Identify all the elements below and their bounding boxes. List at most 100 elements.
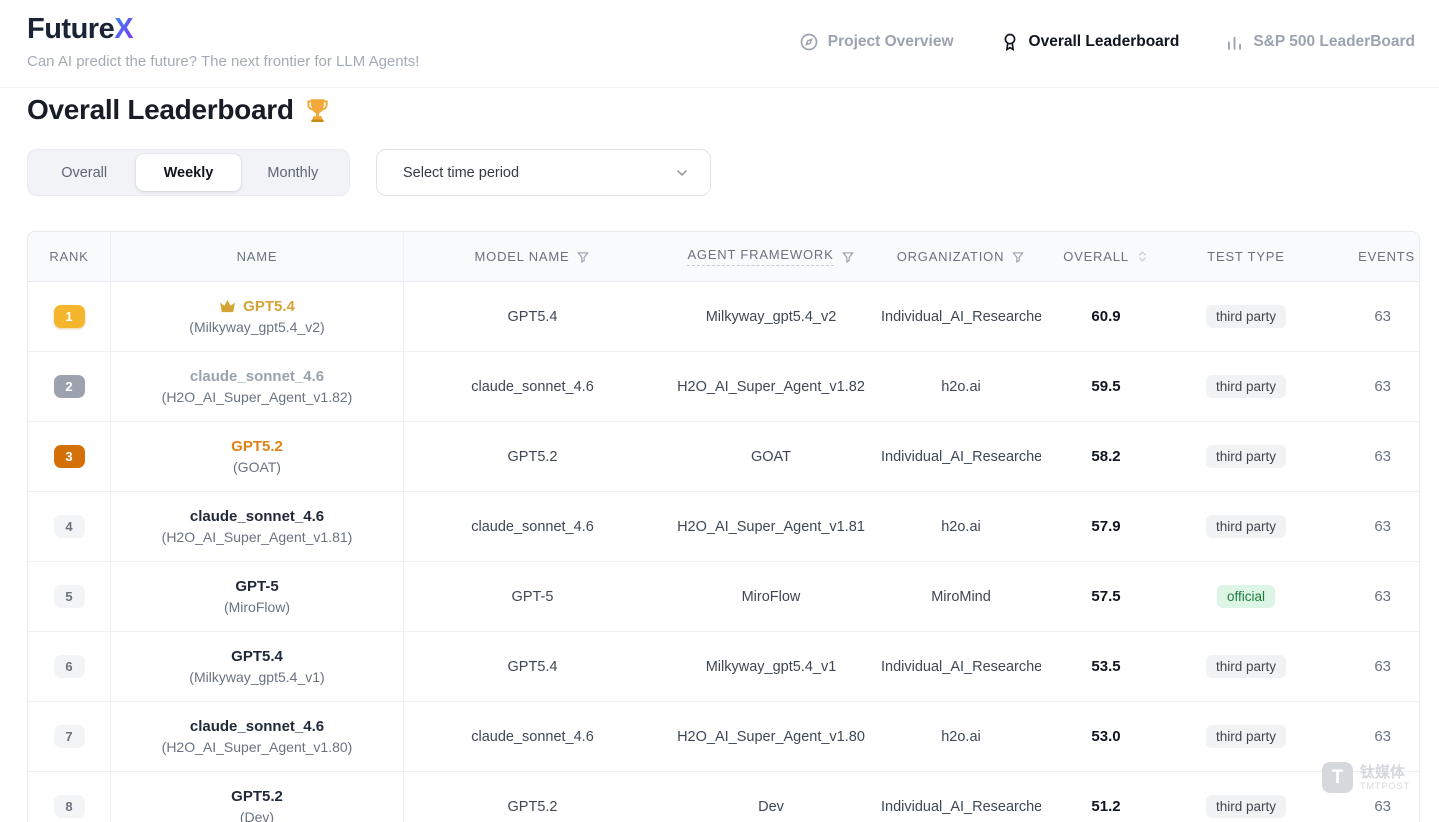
agent-subname: (H2O_AI_Super_Agent_v1.80) bbox=[111, 738, 403, 757]
watermark-subname: TMTPOST bbox=[1360, 781, 1410, 791]
test-type-cell: third party bbox=[1171, 492, 1321, 562]
agent-name: GPT5.2 bbox=[111, 787, 403, 807]
name-cell: GPT5.4(Milkyway_gpt5.4_v1) bbox=[111, 632, 404, 702]
period-tabs: Overall Weekly Monthly bbox=[27, 149, 350, 196]
events-cell: 63 bbox=[1321, 352, 1420, 422]
col-header-name: NAME bbox=[111, 232, 404, 282]
col-header-agent-framework: AGENT FRAMEWORK bbox=[661, 232, 881, 282]
name-cell: GPT5.2(Dev) bbox=[111, 772, 404, 822]
overall-score-cell: 51.2 bbox=[1041, 772, 1171, 822]
rank-cell: 7 bbox=[28, 702, 111, 772]
organization-cell: h2o.ai bbox=[881, 492, 1041, 562]
rank-badge: 2 bbox=[54, 375, 85, 398]
agent-framework-cell: H2O_AI_Super_Agent_v1.82 bbox=[661, 352, 881, 422]
agent-subname: (GOAT) bbox=[111, 458, 403, 477]
test-type-cell: third party bbox=[1171, 702, 1321, 772]
agent-framework-cell: GOAT bbox=[661, 422, 881, 492]
nav-overall-leaderboard[interactable]: Overall Leaderboard bbox=[1000, 32, 1180, 52]
rank-cell: 8 bbox=[28, 772, 111, 822]
rank-badge: 6 bbox=[54, 655, 85, 678]
agent-subname: (Dev) bbox=[111, 808, 403, 822]
test-type-badge: third party bbox=[1206, 375, 1286, 398]
controls: Overall Weekly Monthly Select time perio… bbox=[27, 149, 1439, 196]
test-type-cell: third party bbox=[1171, 422, 1321, 492]
overall-score-cell: 59.5 bbox=[1041, 352, 1171, 422]
rank-cell: 3 bbox=[28, 422, 111, 492]
bar-chart-icon bbox=[1225, 33, 1244, 52]
rank-badge: 8 bbox=[54, 795, 85, 818]
agent-subname: (Milkyway_gpt5.4_v1) bbox=[111, 668, 403, 687]
agent-framework-cell: MiroFlow bbox=[661, 562, 881, 632]
rank-cell: 6 bbox=[28, 632, 111, 702]
agent-subname: (Milkyway_gpt5.4_v2) bbox=[111, 318, 403, 337]
model-name-cell: claude_sonnet_4.6 bbox=[404, 702, 661, 772]
organization-cell: Individual_AI_Researcher bbox=[881, 632, 1041, 702]
top-nav: Project Overview Overall Leaderboard S&P… bbox=[799, 24, 1415, 60]
name-cell: GPT5.4(Milkyway_gpt5.4_v2) bbox=[111, 282, 404, 352]
agent-framework-cell: H2O_AI_Super_Agent_v1.81 bbox=[661, 492, 881, 562]
logo-text-future: Future bbox=[27, 13, 114, 45]
sort-icon[interactable] bbox=[1136, 250, 1149, 263]
col-header-rank: RANK bbox=[28, 232, 111, 282]
organization-cell: Individual_AI_Researcher bbox=[881, 282, 1041, 352]
crown-icon bbox=[219, 299, 236, 314]
agent-name: GPT5.4 bbox=[111, 647, 403, 667]
page-title-text: Overall Leaderboard bbox=[27, 93, 294, 127]
table-row: 8GPT5.2(Dev)GPT5.2DevIndividual_AI_Resea… bbox=[28, 772, 1420, 822]
model-name-cell: GPT5.2 bbox=[404, 772, 661, 822]
table-row: 2 claude_sonnet_4.6(H2O_AI_Super_Agent_v1… bbox=[28, 352, 1420, 422]
agent-subname: (MiroFlow) bbox=[111, 598, 403, 617]
table-header-row: RANK NAME MODEL NAME AGENT FRAMEWORK ORG… bbox=[28, 232, 1420, 282]
test-type-badge: third party bbox=[1206, 795, 1286, 818]
model-name-cell: claude_sonnet_4.6 bbox=[404, 492, 661, 562]
rank-badge: 7 bbox=[54, 725, 85, 748]
overall-score-cell: 60.9 bbox=[1041, 282, 1171, 352]
tab-overall[interactable]: Overall bbox=[32, 154, 136, 191]
test-type-cell: third party bbox=[1171, 632, 1321, 702]
filter-icon[interactable] bbox=[576, 250, 590, 264]
table-row: 6GPT5.4(Milkyway_gpt5.4_v1)GPT5.4Milkywa… bbox=[28, 632, 1420, 702]
col-header-organization: ORGANIZATION bbox=[881, 232, 1041, 282]
top-bar: FutureX Can AI predict the future? The n… bbox=[0, 0, 1439, 88]
rank-cell: 5 bbox=[28, 562, 111, 632]
table-row: 7 claude_sonnet_4.6(H2O_AI_Super_Agent_v1… bbox=[28, 702, 1420, 772]
test-type-badge: official bbox=[1217, 585, 1275, 608]
overall-score-cell: 57.5 bbox=[1041, 562, 1171, 632]
col-header-events: EVENTS bbox=[1321, 232, 1420, 282]
nav-project-overview[interactable]: Project Overview bbox=[799, 32, 954, 52]
col-header-overall[interactable]: OVERALL bbox=[1041, 232, 1171, 282]
agent-name: claude_sonnet_4.6 bbox=[111, 367, 403, 387]
table-row: 4 claude_sonnet_4.6(H2O_AI_Super_Agent_v1… bbox=[28, 492, 1420, 562]
nav-label: Overall Leaderboard bbox=[1029, 33, 1180, 51]
table-row: 5GPT-5(MiroFlow)GPT-5MiroFlowMiroMind57.… bbox=[28, 562, 1420, 632]
agent-subname: (H2O_AI_Super_Agent_v1.81) bbox=[111, 528, 403, 547]
tab-weekly[interactable]: Weekly bbox=[136, 154, 240, 191]
organization-cell: MiroMind bbox=[881, 562, 1041, 632]
events-cell: 63 bbox=[1321, 492, 1420, 562]
name-cell: claude_sonnet_4.6(H2O_AI_Super_Agent_v1.… bbox=[111, 702, 404, 772]
agent-name: claude_sonnet_4.6 bbox=[111, 717, 403, 737]
model-name-cell: GPT5.2 bbox=[404, 422, 661, 492]
tmtpost-watermark: T 钛媒体 TMTPOST bbox=[1322, 762, 1410, 793]
nav-sp500-leaderboard[interactable]: S&P 500 LeaderBoard bbox=[1225, 33, 1415, 52]
test-type-badge: third party bbox=[1206, 725, 1286, 748]
overall-score-cell: 53.0 bbox=[1041, 702, 1171, 772]
agent-subname: (H2O_AI_Super_Agent_v1.82) bbox=[111, 388, 403, 407]
nav-label: Project Overview bbox=[828, 33, 954, 51]
chevron-down-icon bbox=[674, 165, 690, 181]
app-logo: FutureX bbox=[27, 12, 419, 46]
test-type-badge: third party bbox=[1206, 655, 1286, 678]
filter-icon[interactable] bbox=[841, 250, 855, 264]
events-cell: 63 bbox=[1321, 422, 1420, 492]
compass-icon bbox=[799, 32, 819, 52]
tab-monthly[interactable]: Monthly bbox=[241, 154, 345, 191]
filter-icon[interactable] bbox=[1011, 250, 1025, 264]
model-name-cell: GPT-5 bbox=[404, 562, 661, 632]
rank-badge: 4 bbox=[54, 515, 85, 538]
name-cell: claude_sonnet_4.6(H2O_AI_Super_Agent_v1.… bbox=[111, 492, 404, 562]
model-name-cell: GPT5.4 bbox=[404, 282, 661, 352]
agent-framework-cell: Milkyway_gpt5.4_v2 bbox=[661, 282, 881, 352]
tmtpost-logo-icon: T bbox=[1322, 762, 1353, 793]
time-period-select[interactable]: Select time period bbox=[376, 149, 711, 196]
col-header-model-name: MODEL NAME bbox=[404, 232, 661, 282]
